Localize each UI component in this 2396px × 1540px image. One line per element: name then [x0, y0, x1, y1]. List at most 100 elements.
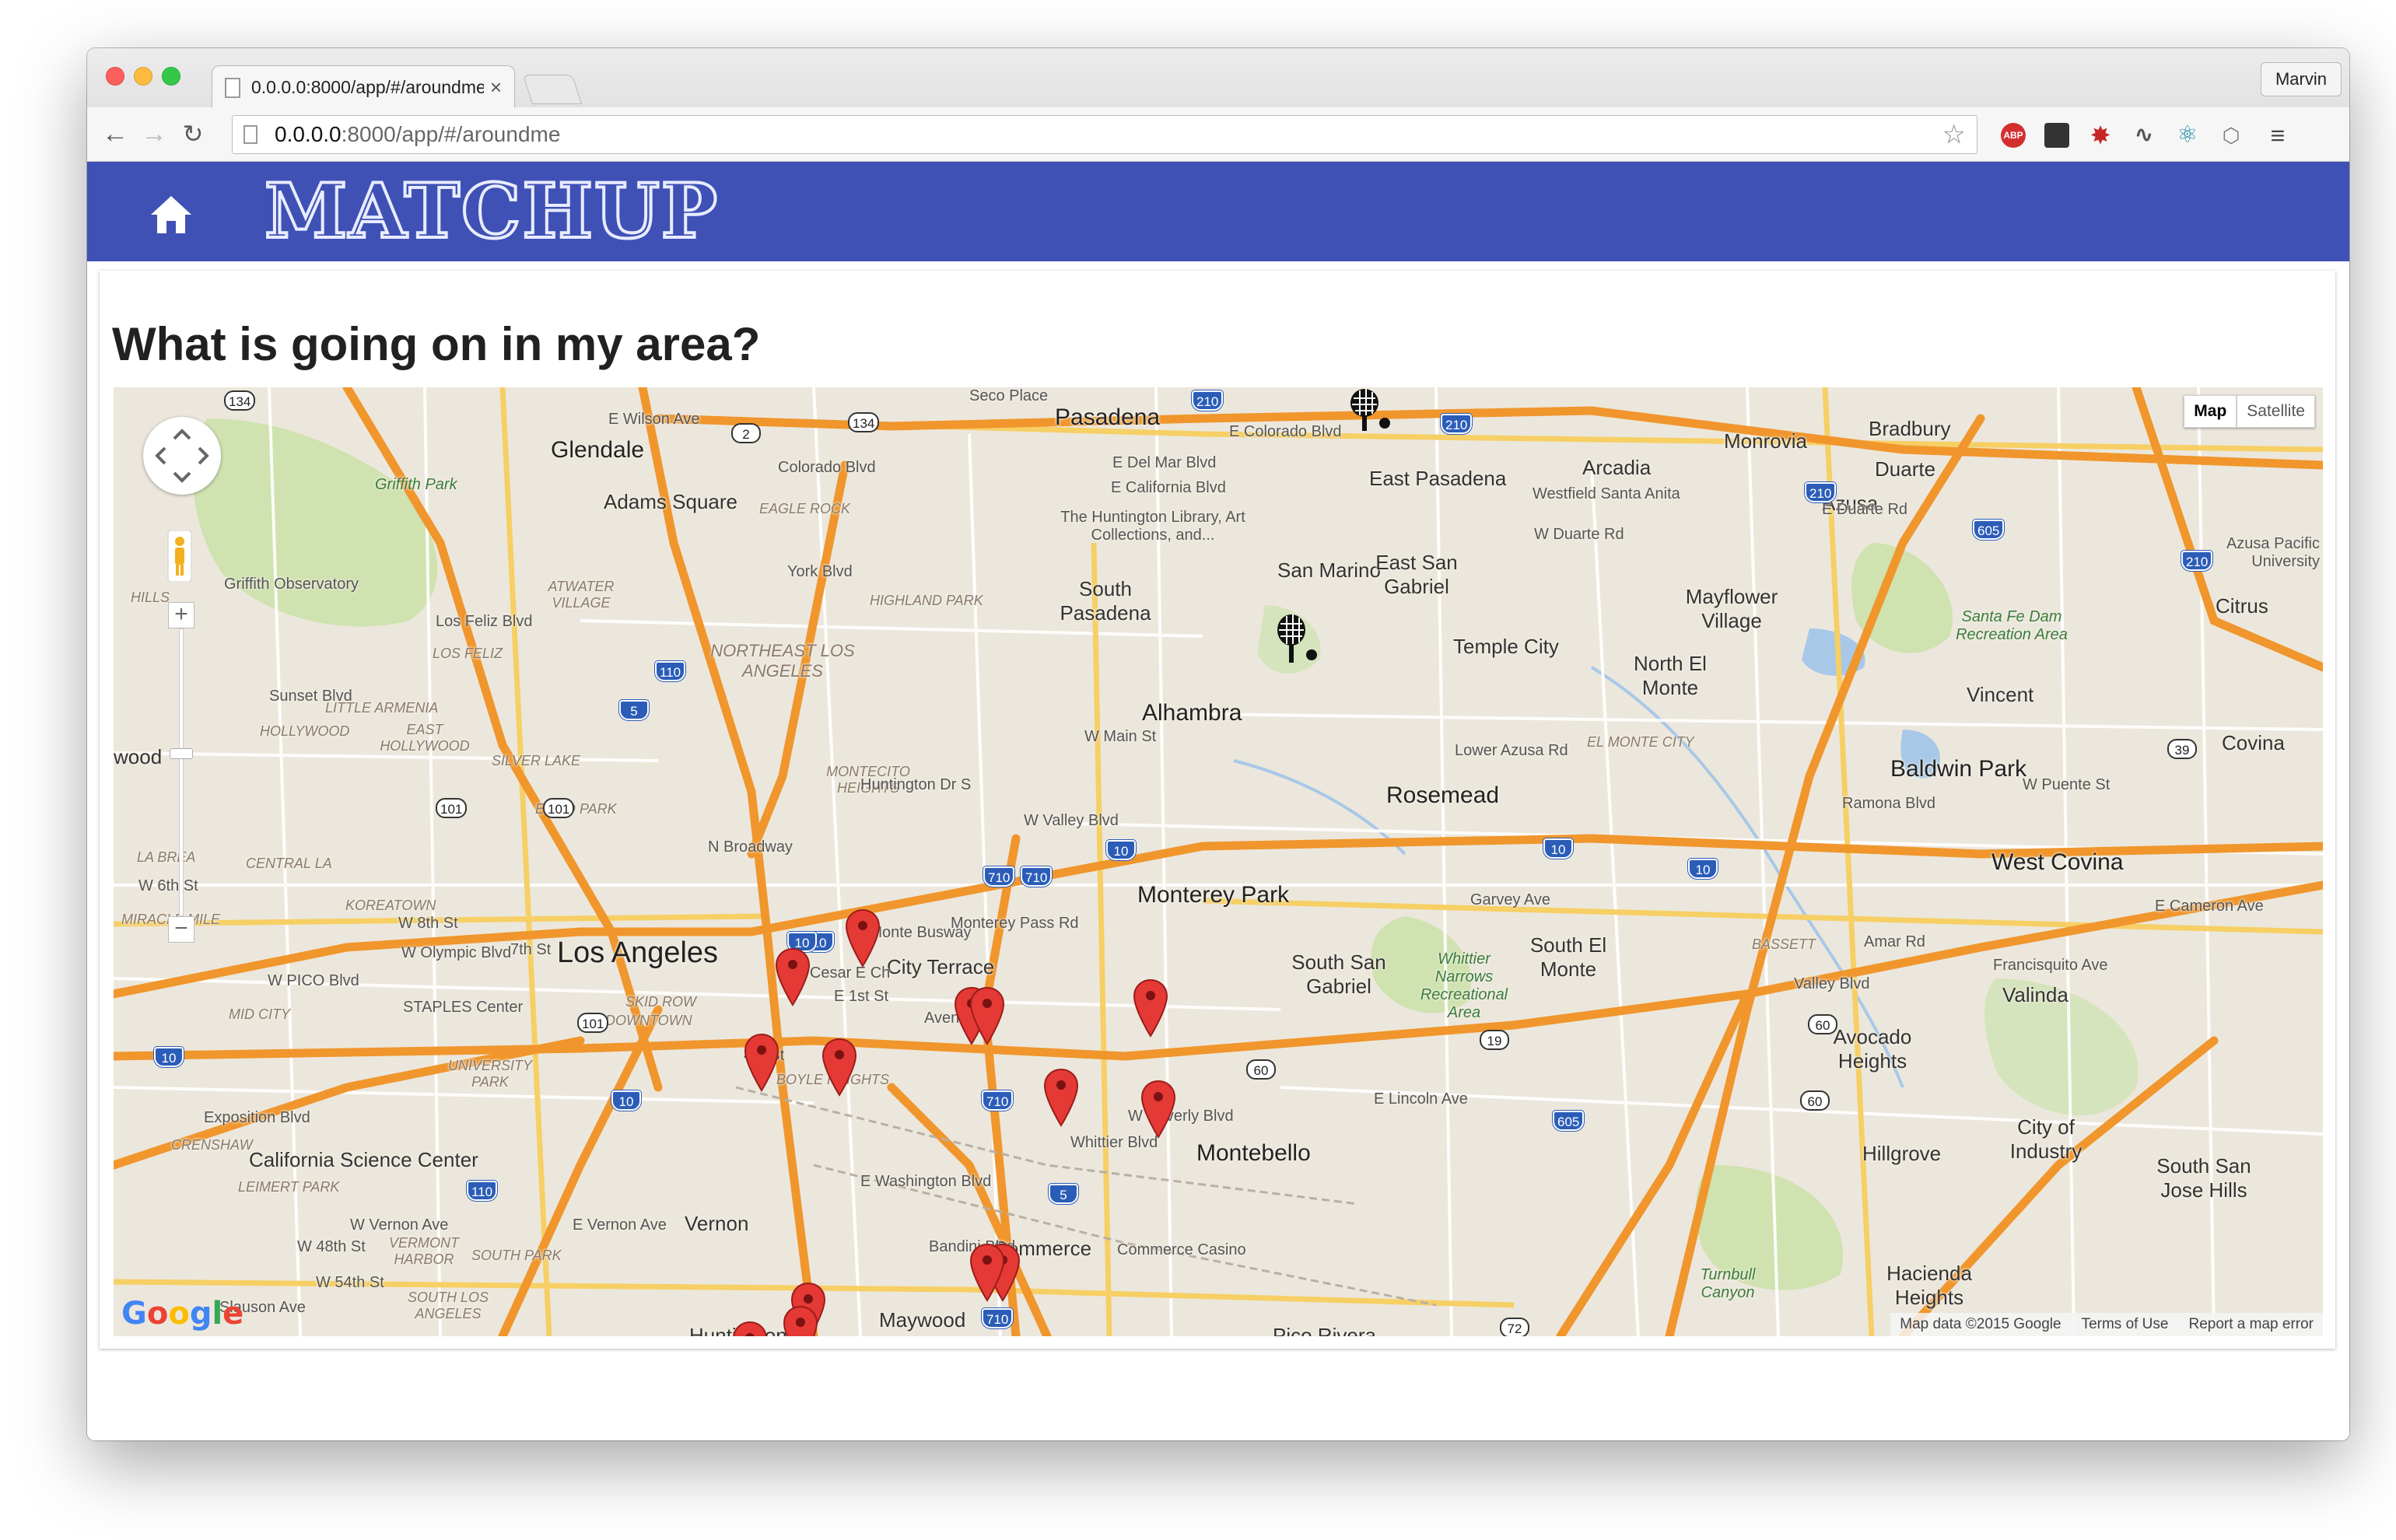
address-bar[interactable]: 0.0.0.0 :8000/app/#/aroundme ☆: [232, 115, 1977, 154]
map-label: SKID ROW: [625, 994, 697, 1010]
area-map[interactable]: Pasadena Glendale Monrovia Bradbury Duar…: [114, 387, 2323, 1336]
map-label: STAPLES Center: [403, 999, 524, 1016]
home-icon[interactable]: [148, 193, 194, 236]
map-marker-icon[interactable]: [969, 1243, 1005, 1302]
menu-icon[interactable]: ≡: [2265, 123, 2290, 148]
street-label: N Broadway: [708, 838, 793, 856]
highway-shield: 5: [1049, 1184, 1078, 1204]
app-logo[interactable]: MATCHUP: [263, 171, 719, 252]
map-label: Hacienda Heights: [1886, 1262, 1972, 1309]
highway-shield: 605: [1973, 520, 2005, 540]
street-label: W Main St: [1084, 728, 1157, 745]
zoom-out-button[interactable]: −: [168, 916, 194, 943]
pulse-extension-icon[interactable]: ∿: [2132, 123, 2156, 148]
map-marker-icon[interactable]: [783, 1305, 818, 1336]
highway-shield: 605: [1553, 1111, 1585, 1131]
highway-shield: 710: [982, 1308, 1014, 1328]
map-label: Griffith Observatory: [224, 576, 359, 593]
map-label: HOLLYWOOD: [260, 723, 350, 739]
highway-shield: 210: [1441, 414, 1473, 434]
map-marker-icon[interactable]: [821, 1038, 857, 1097]
network-extension-icon[interactable]: ⚛: [2175, 123, 2200, 148]
window-maximize-button[interactable]: [162, 67, 180, 86]
back-arrow-icon[interactable]: ←: [100, 118, 131, 149]
map-type-satellite-button[interactable]: Satellite: [2237, 395, 2315, 428]
map-label: Seco Place: [969, 387, 1049, 404]
street-label: E California Blvd: [1111, 479, 1226, 496]
map-marker-icon[interactable]: [1043, 1068, 1079, 1127]
map-marker-icon[interactable]: [775, 947, 811, 1006]
map-marker-icon[interactable]: [744, 1033, 779, 1092]
window-minimize-button[interactable]: [134, 67, 152, 86]
window-close-button[interactable]: [106, 67, 124, 86]
map-label: DOWNTOWN: [605, 1013, 692, 1028]
street-label: York Blvd: [787, 563, 853, 580]
map-marker-icon[interactable]: [845, 908, 881, 968]
reload-icon[interactable]: ↻: [177, 118, 208, 149]
map-attribution: Map data ©2015 Google: [1900, 1316, 2061, 1332]
highway-shield: 101: [577, 1013, 609, 1033]
bug-extension-icon[interactable]: ✸: [2088, 123, 2113, 148]
map-label: UNIVERSITY PARK: [447, 1058, 533, 1090]
browser-tab[interactable]: 0.0.0.0:8000/app/#/aroundme ×: [212, 65, 515, 109]
highway-shield: 101: [436, 798, 468, 818]
map-label: EAGLE ROCK: [759, 501, 851, 516]
map-label: North El Monte: [1634, 652, 1707, 699]
tennis-racket-icon[interactable]: [1347, 387, 1394, 434]
zoom-in-button[interactable]: +: [168, 602, 194, 628]
street-label: Exposition Blvd: [204, 1109, 310, 1126]
report-error-link[interactable]: Report a map error: [2188, 1316, 2314, 1333]
street-label: W 54th St: [316, 1274, 384, 1291]
tab-close-icon[interactable]: ×: [490, 75, 502, 100]
document-icon: [225, 77, 240, 98]
street-label: E Vernon Ave: [573, 1216, 667, 1234]
street-label: W 48th St: [297, 1238, 366, 1255]
forward-arrow-icon[interactable]: →: [138, 118, 170, 149]
street-label: Garvey Ave: [1470, 891, 1551, 908]
highway-shield: 110: [467, 1181, 498, 1201]
map-label: Vernon: [685, 1212, 749, 1235]
map-label: EL MONTE CITY: [1587, 734, 1694, 750]
map-label: Citrus: [2216, 594, 2268, 618]
terms-link[interactable]: Terms of Use: [2082, 1316, 2169, 1333]
street-label: Amar Rd: [1864, 933, 1925, 950]
highway-shield: 210: [2181, 551, 2213, 571]
adblock-icon[interactable]: ABP: [2001, 123, 2026, 148]
pegman-icon[interactable]: [166, 530, 193, 582]
browser-toolbar: ← → ↻ 0.0.0.0 :8000/app/#/aroundme ☆ ABP…: [87, 107, 2349, 162]
page-icon: [243, 125, 257, 144]
profile-button[interactable]: Marvin: [2261, 62, 2342, 96]
map-label: South San Gabriel: [1291, 950, 1386, 998]
zoom-slider-track[interactable]: [179, 628, 184, 916]
map-label: Arcadia: [1582, 456, 1652, 479]
street-label: Colorado Blvd: [778, 459, 876, 476]
star-icon[interactable]: ☆: [1942, 119, 1966, 150]
map-marker-icon[interactable]: [969, 986, 1005, 1045]
pan-control[interactable]: [143, 417, 221, 495]
map-label: Pasadena: [1055, 404, 1161, 430]
map-label: Mayflower Village: [1685, 585, 1778, 632]
map-marker-icon[interactable]: [1140, 1080, 1176, 1139]
map-label: Covina: [2222, 731, 2285, 754]
google-logo-letter: l: [212, 1296, 223, 1332]
street-label: Ramona Blvd: [1842, 795, 1936, 812]
map-label: wood: [114, 745, 163, 768]
map-footer: Map data ©2015 Google Terms of Use Repor…: [1890, 1313, 2323, 1336]
street-label: E Wilson Ave: [608, 411, 700, 428]
map-label: Monterey Park: [1137, 882, 1290, 908]
zoom-slider-handle[interactable]: [170, 748, 193, 759]
map-type-map-button[interactable]: Map: [2184, 395, 2237, 428]
extension-icon[interactable]: [2044, 123, 2069, 148]
tennis-racket-icon[interactable]: [1274, 613, 1321, 667]
street-label: Lower Azusa Rd: [1455, 742, 1568, 759]
map-marker-icon[interactable]: [1133, 978, 1168, 1038]
street-label: E 1st St: [834, 988, 889, 1005]
map-marker-icon[interactable]: [732, 1321, 768, 1336]
tab-title: 0.0.0.0:8000/app/#/aroundme: [251, 77, 484, 97]
new-tab-button[interactable]: [522, 75, 583, 104]
highway-shield: 710: [1021, 866, 1053, 887]
url-host: 0.0.0.0: [275, 122, 342, 146]
map-label: SOUTH LOS ANGELES: [407, 1290, 489, 1321]
angular-extension-icon[interactable]: ⬡: [2219, 123, 2244, 148]
map-label: LA BREA: [137, 849, 196, 865]
